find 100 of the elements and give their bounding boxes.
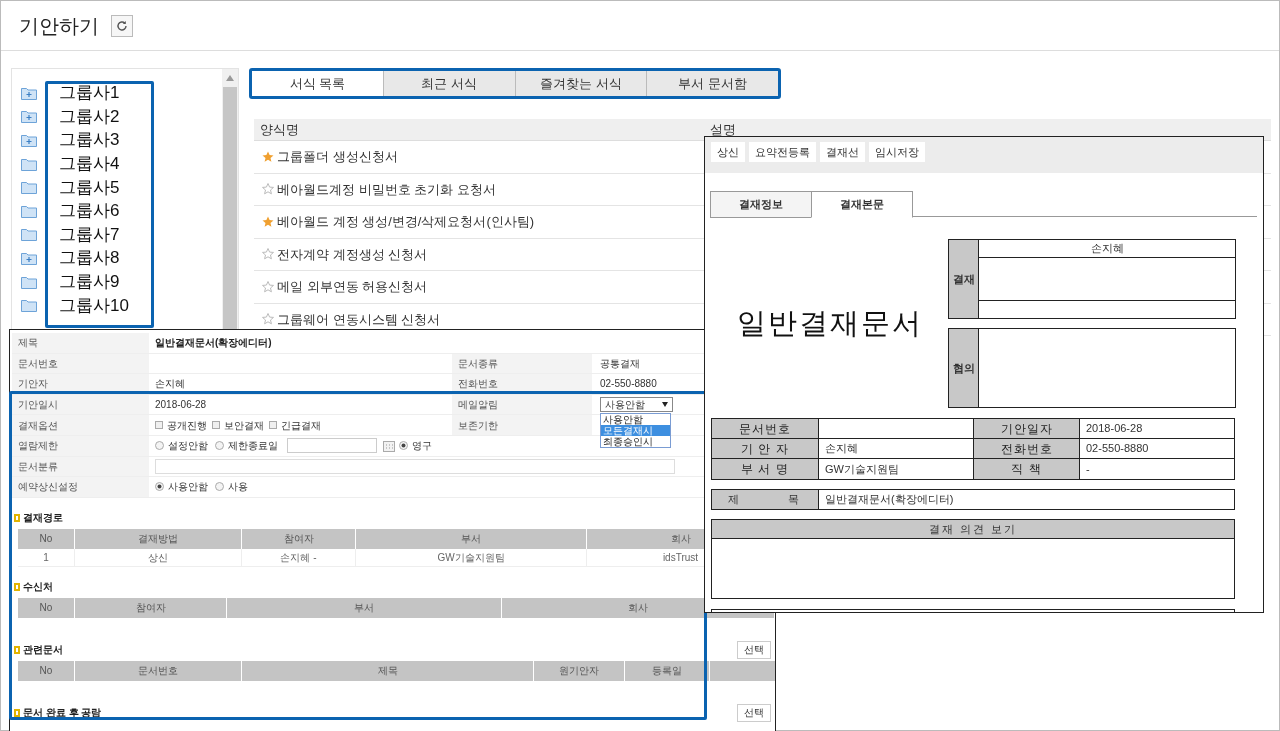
toolbar-button[interactable]: 임시저장 [869,142,925,162]
scrollbar[interactable] [222,69,238,329]
table-cell: 손지혜 - [242,548,356,567]
folder-icon[interactable] [21,156,37,171]
section-title: 결재경로 [23,511,63,526]
scrollbar-thumb[interactable] [223,87,237,329]
checkbox-label: 공개진행 [167,418,207,433]
column-header: 원기안자 [534,660,625,681]
folder-plus-icon[interactable] [21,85,37,100]
star-icon[interactable] [262,150,274,163]
folder-icon[interactable] [21,298,37,313]
section-bullet-icon [14,708,20,717]
field-label: 보존기한 [458,418,498,433]
checkbox[interactable] [155,421,163,430]
star-outline-icon[interactable] [262,280,274,293]
field-label: 직 책 [1011,461,1042,478]
radio-button[interactable] [215,441,224,451]
tab[interactable]: 즐겨찾는 서식 [515,71,648,96]
folder-plus-icon[interactable] [21,250,37,265]
date-field[interactable] [287,438,377,454]
checkbox-label: 보안결재 [224,418,264,433]
radio-button[interactable] [155,482,164,492]
field-value: 2018-06-28 [155,398,207,413]
tab[interactable]: 결재본문 [811,191,913,218]
field-label: 기안일자 [1000,420,1053,438]
tree-item[interactable]: 그룹사6 [59,202,120,220]
form-name-link[interactable]: 전자계약 계정생성 신청서 [277,244,428,264]
field-label: 결재옵션 [18,418,58,433]
table-cell: 상신 [75,548,242,567]
input-field[interactable] [155,458,675,474]
section-title: 관련문서 [23,643,63,658]
radio-button[interactable] [215,482,224,492]
radio-label: 제한종료일 [228,439,278,454]
section-title: 수신처 [23,580,53,595]
column-header: 결재방법 [75,528,242,549]
field-value: 손지혜 [825,441,858,457]
form-name-link[interactable]: 그룹웨어 연동시스템 신청서 [277,309,441,329]
field-value: - [1086,461,1090,477]
column-header: 참여자 [75,597,227,618]
radio-button[interactable] [399,441,408,451]
column-header: 등록일 [625,660,710,681]
field-value: 02-550-8880 [1086,441,1149,457]
tree-item[interactable]: 그룹사8 [59,249,120,267]
tree-item[interactable]: 그룹사10 [59,296,129,314]
dropdown-option[interactable]: 최종승인시 [601,435,670,447]
toolbar-button[interactable]: 요약전등록 [749,142,816,162]
tree-item[interactable]: 그룹사2 [59,107,120,125]
radio-button[interactable] [155,441,164,451]
field-value: 공통결재 [600,356,640,371]
field-label: 문서종류 [458,356,498,371]
field-label: 메일알림 [458,398,498,413]
select-button[interactable]: 선택 [737,703,771,722]
field-label: 예약상신설정 [18,480,78,495]
document-heading: 일반결재문서 [736,305,923,341]
checkbox[interactable] [212,421,220,430]
column-header: 부서 [227,597,502,618]
star-icon[interactable] [262,215,274,228]
checkbox[interactable] [269,421,277,430]
star-outline-icon[interactable] [262,313,274,326]
tab[interactable]: 결재정보 [710,191,812,218]
field-label: 기안일시 [18,398,58,413]
caret-icon [662,402,668,408]
toolbar-button[interactable]: 상신 [711,142,745,162]
folder-icon[interactable] [21,274,37,289]
folder-plus-icon[interactable] [21,133,37,147]
opinion-header: 결재 의견 보기 [928,521,1018,537]
form-name-link[interactable]: 베아월드계정 비밀번호 초기화 요청서 [277,179,496,199]
tree-item[interactable]: 그룹사9 [59,273,120,291]
folder-icon[interactable] [21,180,37,195]
dropdown[interactable]: 사용안함 [600,397,673,413]
tree-item[interactable]: 그룹사7 [59,225,120,243]
tree-item[interactable]: 그룹사3 [59,131,120,149]
consult-label: 협의 [952,360,975,376]
star-outline-icon[interactable] [262,183,274,196]
title-value: 일반결재문서(확장에디터) [155,336,272,351]
column-header: 설명 [709,120,736,139]
table-cell: GW기술지원팀 [356,548,587,567]
form-name-link[interactable]: 베아월드 계정 생성/변경/삭제요청서(인사팀) [277,212,535,232]
folder-icon[interactable] [21,203,37,218]
table-cell: 1 [18,548,75,567]
form-name-link[interactable]: 그룹폴더 생성신청서 [277,147,398,167]
field-label: 제목 [18,336,38,351]
folder-plus-icon[interactable] [21,109,37,124]
refresh-button[interactable] [111,14,133,37]
folder-icon[interactable] [21,227,37,242]
tab[interactable]: 서식 목록 [252,71,384,96]
subject-value: 일반결재문서(확장에디터) [825,492,954,508]
scroll-up-icon [226,75,234,81]
form-name-link[interactable]: 메일 외부연동 허용신청서 [277,277,428,297]
star-outline-icon[interactable] [262,248,274,261]
radio-label: 설정안함 [168,439,208,454]
field-label: 기 안 자 [741,440,789,458]
dropdown-option[interactable]: 사용안함 [601,413,670,425]
tab[interactable]: 부서 문서함 [647,71,778,96]
tree-item[interactable]: 그룹사4 [59,155,120,173]
toolbar-button[interactable]: 결재선 [820,142,865,162]
select-button[interactable]: 선택 [737,640,771,659]
tree-item[interactable]: 그룹사5 [59,178,120,196]
tab[interactable]: 최근 서식 [383,71,516,96]
tree-item[interactable]: 그룹사1 [59,84,120,102]
